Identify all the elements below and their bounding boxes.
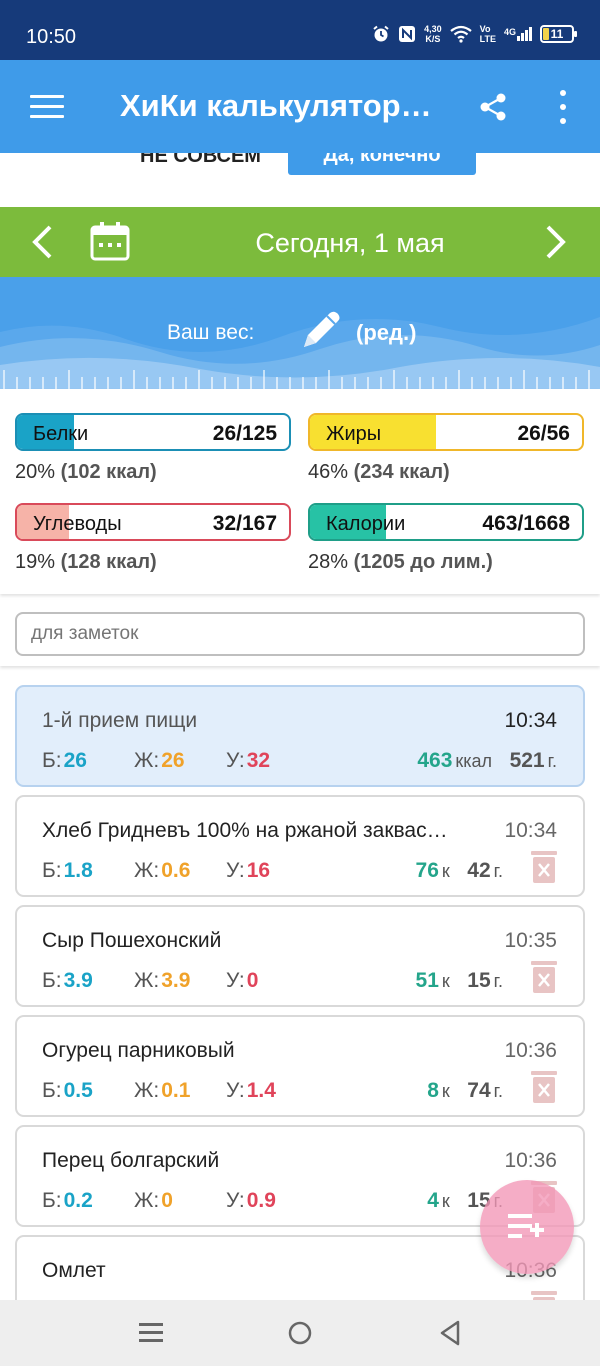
- no-button[interactable]: Не совсем: [140, 153, 261, 168]
- meal-fat: 26: [161, 749, 185, 772]
- food-totals: 51 к 15 г.: [415, 969, 503, 992]
- trash-icon[interactable]: [529, 849, 559, 885]
- calories-label: Калории: [326, 513, 406, 535]
- carbs-label: Углеводы: [33, 513, 122, 535]
- protein-summary: 20% (102 ккал): [15, 461, 157, 483]
- trash-icon[interactable]: [529, 959, 559, 995]
- meal-carbs: 32: [246, 749, 271, 772]
- food-name: Сыр Пошехонский: [42, 929, 222, 952]
- meal-kcal: 463: [417, 749, 453, 772]
- trash-icon[interactable]: [529, 1069, 559, 1105]
- system-navigation-bar: [0, 1300, 600, 1366]
- trash-icon[interactable]: [529, 1289, 559, 1300]
- food-macros: Б:0.2 Ж:0 У:0.9: [42, 1189, 276, 1212]
- fat-summary: 46% (234 ккал): [308, 461, 450, 483]
- fat-value: 26/56: [517, 422, 570, 445]
- meal-grams: 521: [509, 749, 545, 772]
- food-name: Перец болгарский: [42, 1149, 220, 1172]
- food-totals: 76 к 42 г.: [415, 859, 503, 882]
- food-name: Омлет: [42, 1259, 106, 1282]
- meal-name: 1-й прием пищи: [42, 709, 198, 732]
- chevron-left-icon[interactable]: [30, 224, 54, 260]
- food-name: Хлеб Гридневъ 100% на ржаной заквас…: [42, 819, 448, 842]
- food-time: 10:36: [504, 1149, 557, 1172]
- wifi-icon: [449, 25, 472, 43]
- food-macros: Б:0.5 Ж:0.1 У:1.4: [42, 1079, 276, 1102]
- volte-indicator: Vo LTE: [479, 24, 496, 44]
- protein-label: Белки: [33, 423, 89, 445]
- food-time: 10:36: [504, 1039, 557, 1062]
- pencil-icon[interactable]: [298, 307, 344, 353]
- edit-weight-link[interactable]: (ред.): [356, 320, 416, 346]
- list-item[interactable]: Сыр Пошехонский 10:35 Б:3.9 Ж:3.9 У:0 51…: [15, 905, 585, 1007]
- clock: 10:50: [26, 26, 77, 48]
- food-name: Огурец парниковый: [42, 1039, 235, 1062]
- carbs-bar: Углеводы 32/167: [15, 503, 291, 541]
- meal-header[interactable]: 1-й прием пищи 10:34 Б:26 Ж:26 У:32 463 к…: [15, 685, 585, 787]
- protein-value: 26/125: [212, 422, 277, 445]
- chevron-right-icon[interactable]: [544, 224, 568, 260]
- food-time: 10:34: [504, 819, 557, 842]
- carbs-value: 32/167: [212, 512, 277, 535]
- weight-label: Ваш вес:: [167, 321, 255, 344]
- fat-bar: Жиры 26/56: [308, 413, 584, 451]
- food-macros: Б:3.9 Ж:3.9 У:0: [42, 969, 259, 992]
- yes-button[interactable]: Да, конечно: [288, 153, 476, 175]
- weight-panel: Ваш вес: (ред.): [0, 277, 600, 389]
- meal-totals: 463 ккал 521 г.: [417, 749, 557, 772]
- nfc-icon: [399, 26, 416, 42]
- home-icon[interactable]: [285, 1318, 315, 1348]
- add-to-list-icon: [508, 1214, 544, 1238]
- signal-icon: 4G: [504, 27, 532, 41]
- alarm-icon: [373, 25, 389, 42]
- date-navigation: Сегодня, 1 мая: [0, 207, 600, 277]
- carbs-summary: 19% (128 ккал): [15, 551, 157, 573]
- app-bar: ХиКи калькулятор…: [0, 60, 600, 153]
- protein-bar: Белки 26/125: [15, 413, 291, 451]
- meal-macros: Б:26 Ж:26 У:32: [42, 749, 271, 772]
- share-icon[interactable]: [478, 92, 508, 122]
- meal-time: 10:34: [504, 709, 557, 732]
- net-speed: 4,30 K/S: [424, 24, 442, 44]
- current-date[interactable]: Сегодня, 1 мая: [160, 228, 540, 259]
- add-food-button[interactable]: [480, 1180, 574, 1274]
- back-icon[interactable]: [436, 1318, 466, 1348]
- hamburger-menu-icon[interactable]: [30, 95, 64, 119]
- feedback-prompt: Не совсем Да, конечно: [0, 153, 600, 207]
- app-title: ХиКи калькулятор…: [120, 88, 432, 123]
- battery-icon: 11: [540, 25, 577, 43]
- status-bar: 10:50 4,30 K/S Vo LTE 4G 11: [0, 0, 600, 60]
- macro-stats: Белки 26/125 20% (102 ккал) Жиры 26/56 4…: [0, 389, 600, 594]
- fat-label: Жиры: [326, 423, 382, 445]
- notes-input[interactable]: [15, 612, 585, 656]
- calories-summary: 28% (1205 до лим.): [308, 551, 493, 573]
- more-options-icon[interactable]: [556, 90, 570, 124]
- notes-section: [0, 600, 600, 666]
- calendar-icon[interactable]: [90, 221, 130, 261]
- recent-apps-icon[interactable]: [136, 1318, 166, 1348]
- meal-protein: 26: [63, 749, 87, 772]
- calories-value: 463/1668: [482, 512, 570, 535]
- status-icons: 4,30 K/S Vo LTE 4G 11: [372, 24, 577, 44]
- food-totals: 8к 74 г.: [427, 1079, 503, 1102]
- list-item[interactable]: Огурец парниковый 10:36 Б:0.5 Ж:0.1 У:1.…: [15, 1015, 585, 1117]
- food-macros: Б:1.8 Ж:0.6 У:16: [42, 859, 271, 882]
- calories-bar: Калории 463/1668: [308, 503, 584, 541]
- list-item[interactable]: Хлеб Гридневъ 100% на ржаной заквас… 10:…: [15, 795, 585, 897]
- food-time: 10:35: [504, 929, 557, 952]
